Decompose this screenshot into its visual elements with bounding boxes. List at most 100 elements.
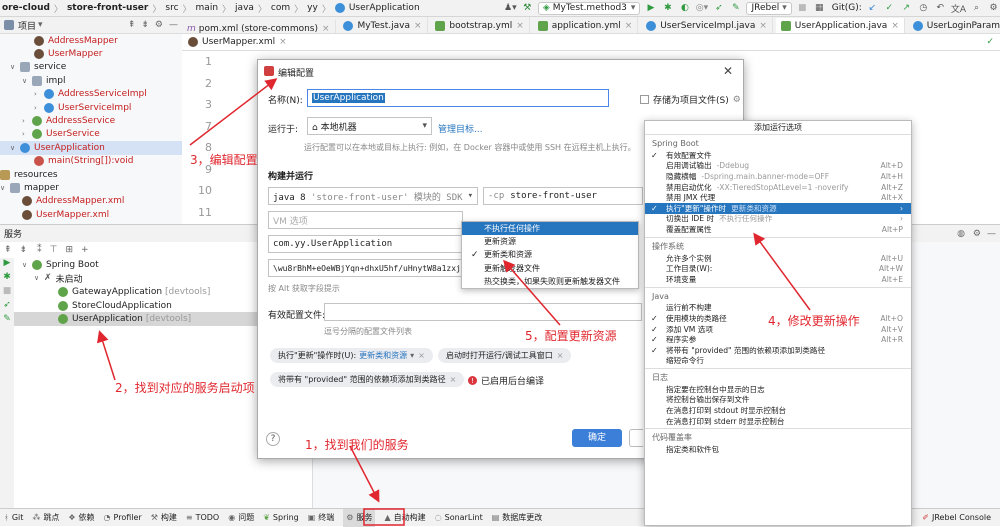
- bottom-tab-spring[interactable]: ❦ Spring: [263, 509, 299, 527]
- close-icon[interactable]: ×: [516, 21, 524, 31]
- option-override-properties[interactable]: 覆盖配置属性 Alt+P: [645, 224, 911, 235]
- tab-bootstrap[interactable]: bootstrap.yml ×: [430, 17, 530, 33]
- tree-item[interactable]: › AddressService: [0, 114, 182, 127]
- tree-item[interactable]: › UserServiceImpl: [0, 101, 182, 114]
- user-icon[interactable]: ♟▾: [504, 2, 517, 15]
- vm-options-input[interactable]: VM 选项: [268, 211, 463, 229]
- chevron-right-icon[interactable]: ›: [34, 90, 44, 98]
- add-icon[interactable]: +: [81, 245, 89, 255]
- option-debug-output[interactable]: 启用调试输出 -Ddebug Alt+D: [645, 161, 911, 172]
- tab-userloginparam[interactable]: UserLoginParam.java×: [908, 17, 1000, 33]
- project-panel-title[interactable]: 项目: [18, 19, 36, 32]
- chevron-down-icon[interactable]: ∨: [22, 77, 32, 85]
- close-icon[interactable]: ✕: [723, 64, 733, 78]
- tree-item[interactable]: ∨ service: [0, 61, 182, 74]
- tab-pom[interactable]: m pom.xml (store-commons) ×: [182, 20, 336, 34]
- tree-item[interactable]: main(String[]):void: [0, 155, 182, 168]
- close-icon[interactable]: ×: [418, 351, 425, 360]
- tree-item[interactable]: ∨ impl: [0, 74, 182, 87]
- option-shorten-cmdline[interactable]: 缩短命令行: [645, 356, 911, 367]
- help-icon[interactable]: ?: [266, 432, 280, 446]
- update-action-chip[interactable]: 执行"更新"操作时(U): 更新类和资源 ▾ ×: [270, 348, 433, 363]
- manage-targets-link[interactable]: 管理目标...: [438, 122, 483, 135]
- chevron-down-icon[interactable]: ∨: [0, 184, 10, 192]
- breadcrumb-module[interactable]: store-front-user: [67, 3, 148, 13]
- store-as-project-file[interactable]: 存储为项目文件(S) ⚙: [640, 93, 741, 106]
- tab-mytest[interactable]: MyTest.java ×: [338, 17, 428, 33]
- jrebel-debug-icon[interactable]: ✎: [729, 2, 742, 15]
- tree-item[interactable]: › AddressServiceImpl: [0, 88, 182, 101]
- run-icon[interactable]: ▶: [644, 2, 657, 15]
- push-icon[interactable]: ↗: [900, 2, 913, 15]
- translate-icon[interactable]: 文A: [951, 2, 966, 15]
- jdk-select[interactable]: java 8 'store-front-user' 模块的 SDK ▾: [268, 187, 478, 205]
- close-icon[interactable]: ×: [625, 21, 633, 31]
- option-env-vars[interactable]: 环境变量 Alt+E: [645, 274, 911, 285]
- menu-item-hotswap[interactable]: 热交换类，如果失败则更新触发器文件: [462, 275, 638, 288]
- hammer-icon[interactable]: ⚒: [521, 2, 534, 15]
- bottom-tab-terminal[interactable]: ▣ 终端: [308, 509, 335, 527]
- tree-item[interactable]: AddressMapper.xml: [0, 195, 182, 208]
- search-structure-icon[interactable]: ▦: [813, 2, 826, 15]
- bottom-tab-auto-build[interactable]: ▲ 自动构建: [384, 509, 425, 527]
- breadcrumb-java[interactable]: java: [235, 3, 254, 13]
- new-tab-icon[interactable]: ⊞: [65, 245, 73, 255]
- tree-item[interactable]: AddressMapper: [0, 34, 182, 47]
- tab-application-yml[interactable]: application.yml ×: [533, 17, 639, 33]
- menu-item-update-trigger[interactable]: 更新触发器文件: [462, 262, 638, 275]
- jrebel-run-icon[interactable]: ➶: [712, 2, 725, 15]
- option-on-update-action[interactable]: ✓ 执行"更新"操作时 更新类和资源 ›: [645, 202, 911, 214]
- tab-userapplication[interactable]: UserApplication.java ×: [775, 18, 905, 33]
- main-class-input[interactable]: com.yy.UserApplication: [268, 235, 463, 253]
- tree-item[interactable]: UserMapper: [0, 47, 182, 60]
- close-icon[interactable]: ×: [450, 375, 457, 384]
- jrebel-debug-icon[interactable]: ✎: [0, 314, 14, 328]
- debug-icon[interactable]: ✱: [0, 272, 14, 286]
- option-provided-scope[interactable]: ✓ 将带有 "provided" 范围的依赖项添加到类路径: [645, 345, 911, 356]
- chevron-right-icon[interactable]: ›: [22, 130, 32, 138]
- bottom-tab-build[interactable]: ⚒ 构建: [151, 509, 177, 527]
- globe-icon[interactable]: ◍: [957, 229, 965, 239]
- collapse-all-icon[interactable]: ⇟: [141, 20, 149, 30]
- close-icon[interactable]: ×: [322, 24, 330, 34]
- chevron-down-icon[interactable]: ▾: [38, 20, 43, 30]
- rollback-icon[interactable]: ↶: [934, 2, 947, 15]
- profile-icon[interactable]: ◎▾: [695, 2, 708, 15]
- option-disable-launch-optimization[interactable]: 禁用启动优化 -XX:TieredStopAtLevel=1 -noverify A…: [645, 182, 911, 193]
- tree-item-selected[interactable]: ∨ UserApplication: [0, 141, 182, 155]
- close-icon[interactable]: ×: [891, 21, 899, 31]
- tree-item[interactable]: ∨ mapper: [0, 181, 182, 194]
- option-active-profiles[interactable]: ✓ 有效配置文件: [645, 150, 911, 161]
- coverage-icon[interactable]: ◐: [678, 2, 691, 15]
- name-input[interactable]: UserApplication: [307, 89, 609, 107]
- settings-icon[interactable]: ⚙: [987, 2, 1000, 15]
- option-program-args[interactable]: ✓ 程序实参 Alt+R: [645, 334, 911, 345]
- tree-item[interactable]: › UserService: [0, 128, 182, 141]
- option-allow-multiple[interactable]: 允许多个实例 Alt+U: [645, 253, 911, 264]
- bottom-tab-git[interactable]: ᚼ Git: [4, 509, 23, 527]
- menu-item-update-resources[interactable]: 更新资源: [462, 235, 638, 248]
- option-save-console-output[interactable]: 将控制台输出保存到文件: [645, 395, 911, 406]
- update-icon[interactable]: ↙: [866, 2, 879, 15]
- checkbox[interactable]: [640, 95, 649, 104]
- option-classes-packages[interactable]: 指定类和软件包: [645, 444, 911, 455]
- commit-icon[interactable]: ✓: [883, 2, 896, 15]
- stop-icon[interactable]: ■: [796, 2, 809, 15]
- menu-item-update-classes-resources[interactable]: ✓ 更新类和资源: [462, 248, 638, 261]
- expand-all-icon[interactable]: ⇞: [4, 245, 12, 255]
- option-on-frame-deactivation[interactable]: 切换出 IDE 时不执行任何操作 ›: [645, 214, 911, 225]
- option-logs-in-console[interactable]: 指定要在控制台中显示的日志: [645, 384, 911, 395]
- close-icon[interactable]: ×: [557, 351, 564, 360]
- chevron-right-icon[interactable]: ›: [34, 104, 44, 112]
- breadcrumb-main[interactable]: main: [196, 3, 219, 13]
- gear-icon[interactable]: ⚙: [973, 229, 981, 239]
- bottom-tab-services[interactable]: ⚙ 服务: [343, 508, 376, 527]
- ok-button[interactable]: 确定: [572, 429, 622, 447]
- option-show-on-stderr[interactable]: 在消息打印到 stderr 时显示控制台: [645, 416, 911, 427]
- chevron-down-icon[interactable]: ∨: [10, 144, 20, 152]
- breadcrumb-yy[interactable]: yy: [307, 3, 318, 13]
- close-icon[interactable]: ×: [414, 21, 422, 31]
- group-icon[interactable]: ⁑: [37, 245, 42, 255]
- tree-item[interactable]: UserMapper.xml: [0, 208, 182, 221]
- chevron-down-icon[interactable]: ∨: [34, 274, 44, 282]
